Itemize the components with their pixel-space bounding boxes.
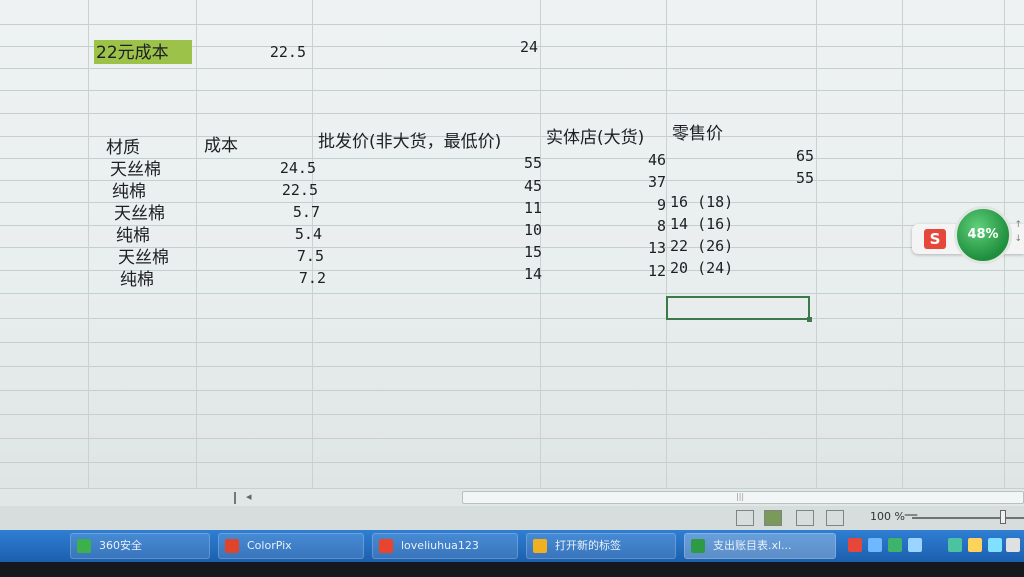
taskbar-item-label: loveliuhua123 [401,539,479,552]
header-cost[interactable]: 成本 [204,136,238,156]
wholesale-cell[interactable]: 45 [460,176,542,196]
zoom-slider-knob[interactable] [1000,510,1006,524]
tray-icon[interactable] [868,538,882,552]
retail-cell[interactable]: 55 [730,168,814,188]
monitor-bezel [0,562,1024,577]
material-cell[interactable]: 天丝棉 [118,248,169,268]
wholesale-cell[interactable]: 15 [460,242,542,262]
360-icon [77,539,91,553]
scroll-left-icon[interactable]: ◂ [246,490,252,503]
wholesale-cell[interactable]: 14 [460,264,542,284]
retail-cell[interactable]: 22 (26) [670,236,733,256]
taskbar-item-360[interactable]: 360安全 [70,533,210,559]
colorpix-icon [225,539,239,553]
taskbar-item-spreadsheet[interactable]: 支出账目表.xl... [684,533,836,559]
material-cell[interactable]: 天丝棉 [114,204,165,224]
status-bar: 100 % — [0,506,1024,530]
zoom-slider[interactable] [912,517,1024,519]
store-cell[interactable]: 8 [590,216,666,236]
cost-label-cell[interactable]: 22元成本 [96,43,169,63]
active-cell-cursor[interactable] [666,296,812,322]
store-cell[interactable]: 12 [590,261,666,281]
arrow-up-icon: ↑ [1014,220,1022,230]
taskbar: 360安全 ColorPix loveliuhua123 打开新的标签 支出账目… [0,530,1024,562]
spreadsheet-icon [691,539,705,553]
taskbar-item-label: 360安全 [99,539,142,552]
wholesale-cell[interactable]: 55 [460,153,542,173]
tray-icon[interactable] [888,538,902,552]
browser-icon [379,539,393,553]
cost-cell[interactable]: 7.5 [240,246,324,266]
header-store[interactable]: 实体店(大货) [546,128,644,148]
floating-speed-widget[interactable]: S 48% ↑ ↓ [912,206,1024,270]
retail-cell[interactable]: 16 (18) [670,192,733,212]
material-cell[interactable]: 天丝棉 [110,160,161,180]
cost-cell[interactable]: 24.5 [240,158,316,178]
retail-cell[interactable]: 14 (16) [670,214,733,234]
zoom-out-button[interactable]: — [904,507,918,523]
material-cell[interactable]: 纯棉 [120,270,154,290]
tab-splitter[interactable] [234,492,236,504]
arrow-down-icon: ↓ [1014,234,1022,244]
store-cell[interactable]: 37 [590,172,666,192]
wholesale-cell[interactable]: 10 [460,220,542,240]
taskbar-item-label: ColorPix [247,539,292,552]
tray-icon[interactable] [948,538,962,552]
scrollbar-grip-icon: ||| [736,492,745,501]
retail-cell[interactable]: 20 (24) [670,258,733,278]
taskbar-item-chrome[interactable]: 打开新的标签 [526,533,676,559]
wholesale-cell[interactable]: 11 [460,198,542,218]
sogou-tray-icon[interactable] [848,538,862,552]
material-cell[interactable]: 纯棉 [116,226,150,246]
taskbar-item-colorpix[interactable]: ColorPix [218,533,364,559]
chrome-icon [533,539,547,553]
store-cell[interactable]: 9 [590,195,666,215]
zoom-level[interactable]: 100 % [870,510,905,523]
spreadsheet-grid[interactable]: 22元成本 22.5 24 材质 成本 批发价(非大货，最低价) 实体店(大货)… [0,0,1024,490]
cost-cell[interactable]: 22.5 [240,180,318,200]
retail-cell[interactable]: 65 [730,146,814,166]
tray-icon[interactable] [968,538,982,552]
sheet-tab-scroll-row: ◂ ||| [0,488,1024,506]
header-retail[interactable]: 零售价 [672,124,723,144]
view-normal-button[interactable] [736,510,754,526]
view-fullscreen-button[interactable] [826,510,844,526]
store-cell[interactable]: 46 [590,150,666,170]
cost-cell[interactable]: 7.2 [240,268,326,288]
view-grid-button[interactable] [764,510,782,526]
tray-icon[interactable] [988,538,1002,552]
material-cell[interactable]: 纯棉 [112,182,146,202]
taskbar-item-label: 支出账目表.xl... [713,539,792,552]
cost-cell[interactable]: 5.4 [240,224,322,244]
view-page-break-button[interactable] [796,510,814,526]
taskbar-item-label: 打开新的标签 [555,539,621,552]
tray-icon[interactable] [908,538,922,552]
header-wholesale[interactable]: 批发价(非大货，最低价) [318,132,501,152]
store-cell[interactable]: 13 [590,238,666,258]
cost-value-cell[interactable]: 22.5 [232,42,306,62]
cost-value-cell[interactable]: 24 [460,37,538,57]
header-material[interactable]: 材质 [106,138,140,158]
memory-usage-ball[interactable]: 48% [954,206,1012,264]
taskbar-item-browser-profile[interactable]: loveliuhua123 [372,533,518,559]
cost-cell[interactable]: 5.7 [240,202,320,222]
tray-icon[interactable] [1006,538,1020,552]
sogou-logo-icon[interactable]: S [924,229,946,249]
